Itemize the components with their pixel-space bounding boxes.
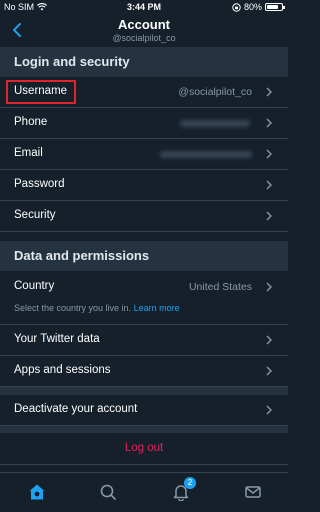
page-subtitle: @socialpilot_co xyxy=(112,33,176,43)
country-label: Country xyxy=(14,280,55,292)
section-spacer-2 xyxy=(0,426,288,433)
orientation-lock-icon xyxy=(232,2,241,12)
row-email[interactable]: Email xyxy=(0,139,288,170)
tab-search[interactable] xyxy=(97,481,119,503)
logout-label: Log out xyxy=(124,442,164,454)
email-label: Email xyxy=(14,147,43,159)
chevron-right-icon xyxy=(266,211,272,221)
chevron-right-icon xyxy=(266,149,272,159)
chevron-right-icon xyxy=(266,118,272,128)
row-password[interactable]: Password xyxy=(0,170,288,201)
logout-button[interactable]: Log out xyxy=(0,433,288,465)
phone-label: Phone xyxy=(14,116,48,128)
twitter-data-label: Your Twitter data xyxy=(14,333,100,345)
notification-badge: 2 xyxy=(184,477,196,489)
tab-bar: 2 xyxy=(0,472,288,512)
row-deactivate[interactable]: Deactivate your account xyxy=(0,395,288,426)
tab-messages[interactable] xyxy=(242,481,264,503)
row-country[interactable]: Country United States Select the country… xyxy=(0,272,288,325)
password-label: Password xyxy=(14,178,65,190)
email-value-redacted xyxy=(160,151,252,158)
country-hint-text: Select the country you live in. xyxy=(14,303,132,313)
deactivate-label: Deactivate your account xyxy=(14,403,138,415)
status-right: 80% xyxy=(232,2,285,12)
section-title-login: Login and security xyxy=(14,54,130,69)
country-value: United States xyxy=(188,281,252,293)
battery-icon xyxy=(265,3,285,11)
username-highlight-box xyxy=(6,80,76,104)
battery-percent: 80% xyxy=(243,2,262,12)
row-phone[interactable]: Phone xyxy=(0,108,288,139)
country-hint: Select the country you live in. Learn mo… xyxy=(14,303,180,313)
row-security[interactable]: Security xyxy=(0,201,288,232)
mail-icon xyxy=(245,486,261,498)
chevron-right-icon xyxy=(266,405,272,415)
section-header-login: Login and security xyxy=(0,47,288,77)
section-spacer xyxy=(0,387,288,395)
apps-sessions-label: Apps and sessions xyxy=(14,364,111,376)
tab-notifications[interactable]: 2 xyxy=(170,477,196,503)
home-icon xyxy=(29,484,45,500)
row-apps-sessions[interactable]: Apps and sessions xyxy=(0,356,288,387)
chevron-right-icon xyxy=(266,282,272,292)
learn-more-link[interactable]: Learn more xyxy=(134,303,180,313)
chevron-right-icon xyxy=(266,366,272,376)
tab-home[interactable] xyxy=(26,481,48,503)
phone-value-redacted xyxy=(180,120,250,127)
security-label: Security xyxy=(14,209,56,221)
status-bar: No SIM 3:44 PM 80% xyxy=(0,0,288,14)
username-value: @socialpilot_co xyxy=(178,86,252,98)
search-icon xyxy=(100,484,116,500)
row-twitter-data[interactable]: Your Twitter data xyxy=(0,325,288,356)
chevron-right-icon xyxy=(266,180,272,190)
page-title: Account xyxy=(118,17,170,32)
chevron-right-icon xyxy=(266,335,272,345)
section-title-data: Data and permissions xyxy=(14,248,150,263)
chevron-right-icon xyxy=(266,87,272,97)
section-header-data: Data and permissions xyxy=(0,241,288,271)
nav-header: Account @socialpilot_co xyxy=(0,14,288,50)
